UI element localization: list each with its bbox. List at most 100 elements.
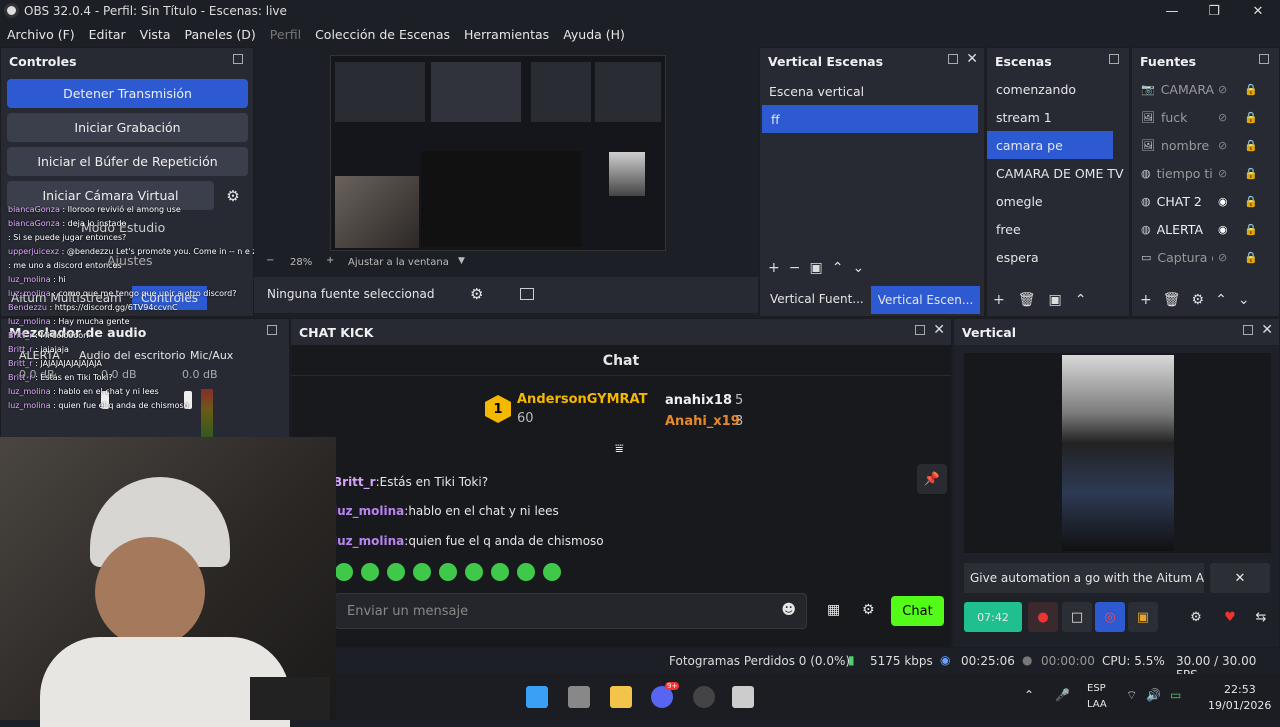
store-icon[interactable]: ▦	[827, 602, 840, 618]
emote-icon[interactable]	[543, 563, 561, 581]
emoji-icon[interactable]: ☻	[781, 602, 796, 618]
scene-item[interactable]: stream 1	[987, 103, 1129, 131]
eye-slash-icon[interactable]: ⊘	[1218, 83, 1227, 96]
lock-icon[interactable]: 🔒	[1244, 223, 1258, 236]
menu-editar[interactable]: Editar	[89, 27, 126, 42]
speaker-icon[interactable]: 🔊	[1146, 688, 1161, 702]
eye-slash-icon[interactable]: ⊘	[1218, 251, 1227, 264]
share-icon[interactable]: ⇆	[1247, 602, 1275, 632]
scene-item[interactable]: espera	[987, 243, 1129, 271]
collapse-leaderboard-icon[interactable]: ⩸	[615, 441, 624, 457]
emote-icon[interactable]	[465, 563, 483, 581]
emote-icon[interactable]	[517, 563, 535, 581]
close-button[interactable]: ✕	[1236, 0, 1280, 22]
close-icon[interactable]: ✕	[933, 322, 945, 338]
chat-username[interactable]: luz_molina	[333, 504, 404, 518]
scene-item[interactable]: camara pe	[987, 131, 1113, 159]
chat-username[interactable]: luz_molina	[333, 534, 404, 548]
lock-icon[interactable]: 🔒	[1244, 139, 1258, 152]
menu-ayuda[interactable]: Ayuda (H)	[563, 27, 625, 42]
source-item[interactable]: 🖼 fuck ⊘ 🔒	[1132, 103, 1279, 131]
wifi-icon[interactable]: ⌔	[1126, 688, 1137, 703]
eye-slash-icon[interactable]: ⊘	[1218, 139, 1227, 152]
remove-icon[interactable]: −	[789, 260, 810, 276]
source-item[interactable]: ◍ CHAT 2 ◉ 🔒	[1132, 187, 1279, 215]
scene-item[interactable]: free	[987, 215, 1129, 243]
move-up-icon[interactable]: ⌃	[1215, 292, 1238, 308]
popout-icon[interactable]	[948, 54, 958, 64]
source-item[interactable]: ◍ tiempo ti ⊘ 🔒	[1132, 159, 1279, 187]
virtual-camera-icon[interactable]: ▣	[1128, 602, 1158, 632]
heart-icon[interactable]: ♥	[1216, 602, 1244, 632]
lock-icon[interactable]: 🔒	[1244, 251, 1258, 264]
add-icon[interactable]: +	[993, 292, 1018, 308]
emote-icon[interactable]	[491, 563, 509, 581]
task-view-icon[interactable]	[568, 686, 590, 708]
eye-slash-icon[interactable]: ⊘	[1218, 167, 1227, 180]
close-icon[interactable]: ✕	[1261, 322, 1273, 338]
eye-slash-icon[interactable]: ⊘	[1218, 111, 1227, 124]
clock-date[interactable]: 19/01/2026	[1208, 699, 1271, 712]
maximize-button[interactable]: ❐	[1192, 0, 1236, 22]
popout-icon[interactable]	[1259, 54, 1269, 64]
lock-icon[interactable]: 🔒	[1244, 167, 1258, 180]
zoom-out-button[interactable]: −	[266, 255, 274, 266]
gear-icon[interactable]: ⚙	[1192, 292, 1216, 308]
keyboard-layout[interactable]: LAA	[1087, 699, 1107, 710]
trash-icon[interactable]: 🗑	[1018, 292, 1049, 308]
source-item[interactable]: ◍ ALERTA ◉ 🔒	[1132, 215, 1279, 243]
popout-icon[interactable]	[915, 325, 925, 335]
gear-icon[interactable]: ⚙	[470, 285, 483, 303]
trash-icon[interactable]: 🗑	[1163, 292, 1192, 308]
scene-item[interactable]: omegle	[987, 187, 1129, 215]
menu-archivo[interactable]: Archivo (F)	[7, 27, 75, 42]
move-up-icon[interactable]: ⌃	[832, 260, 853, 276]
lock-icon[interactable]: 🔒	[1244, 83, 1258, 96]
scene-item[interactable]: comenzando	[987, 75, 1129, 103]
source-item[interactable]: 🖼 nombre ⊘ 🔒	[1132, 131, 1279, 159]
vertical-scene-item[interactable]: Escena vertical	[760, 77, 984, 105]
obs-taskbar-icon[interactable]	[693, 686, 715, 708]
source-item[interactable]: ▭ Captura d ⊘ 🔒	[1132, 243, 1279, 271]
scene-item[interactable]: CAMARA DE OME TV	[987, 159, 1129, 187]
battery-icon[interactable]: ▭	[1170, 688, 1181, 702]
start-replay-buffer-button[interactable]: Iniciar el Búfer de Repetición	[7, 147, 248, 176]
move-down-icon[interactable]: ⌄	[852, 260, 873, 276]
stop-stream-button[interactable]: Detener Transmisión	[7, 79, 248, 108]
tab-vertical-scenes[interactable]: Vertical Escen...	[871, 286, 980, 314]
start-recording-button[interactable]: Iniciar Grabación	[7, 113, 248, 142]
popout-icon[interactable]	[1109, 54, 1119, 64]
send-chat-button[interactable]: Chat	[891, 596, 944, 626]
emote-icon[interactable]	[335, 563, 353, 581]
emote-icon[interactable]	[387, 563, 405, 581]
chevron-down-icon[interactable]: ▼	[458, 256, 465, 266]
move-down-icon[interactable]: ⌄	[1238, 292, 1261, 308]
app-taskbar-icon[interactable]	[732, 686, 754, 708]
menu-perfil[interactable]: Perfil	[270, 27, 301, 42]
filters-icon[interactable]	[520, 288, 534, 300]
file-explorer-icon[interactable]	[610, 686, 632, 708]
menu-paneles[interactable]: Paneles (D)	[185, 27, 256, 42]
emote-icon[interactable]	[413, 563, 431, 581]
clock-time[interactable]: 22:53	[1224, 683, 1256, 696]
stop-icon[interactable]: □	[1062, 602, 1092, 632]
move-up-icon[interactable]: ⌃	[1075, 292, 1100, 308]
filters-icon[interactable]: ▣	[1049, 292, 1075, 308]
emote-icon[interactable]	[439, 563, 457, 581]
close-icon[interactable]: ✕	[966, 51, 978, 67]
chat-input[interactable]: Enviar un mensaje ☻	[335, 593, 807, 629]
program-preview[interactable]	[330, 55, 666, 251]
menu-vista[interactable]: Vista	[140, 27, 171, 42]
record-icon[interactable]: ●	[1028, 602, 1058, 632]
vertical-scene-item[interactable]: ff	[762, 105, 978, 133]
zoom-in-button[interactable]: +	[326, 255, 334, 266]
popout-icon[interactable]	[1243, 325, 1253, 335]
chevron-up-icon[interactable]: ⌃	[1024, 688, 1034, 702]
menu-herramientas[interactable]: Herramientas	[464, 27, 549, 42]
windows-start-icon[interactable]	[526, 686, 548, 708]
minimize-button[interactable]: —	[1150, 0, 1194, 22]
eye-icon[interactable]: ◉	[1218, 223, 1228, 236]
add-icon[interactable]: +	[1140, 292, 1163, 308]
popout-icon[interactable]	[233, 54, 243, 64]
chat-username[interactable]: Britt_r	[333, 475, 376, 489]
